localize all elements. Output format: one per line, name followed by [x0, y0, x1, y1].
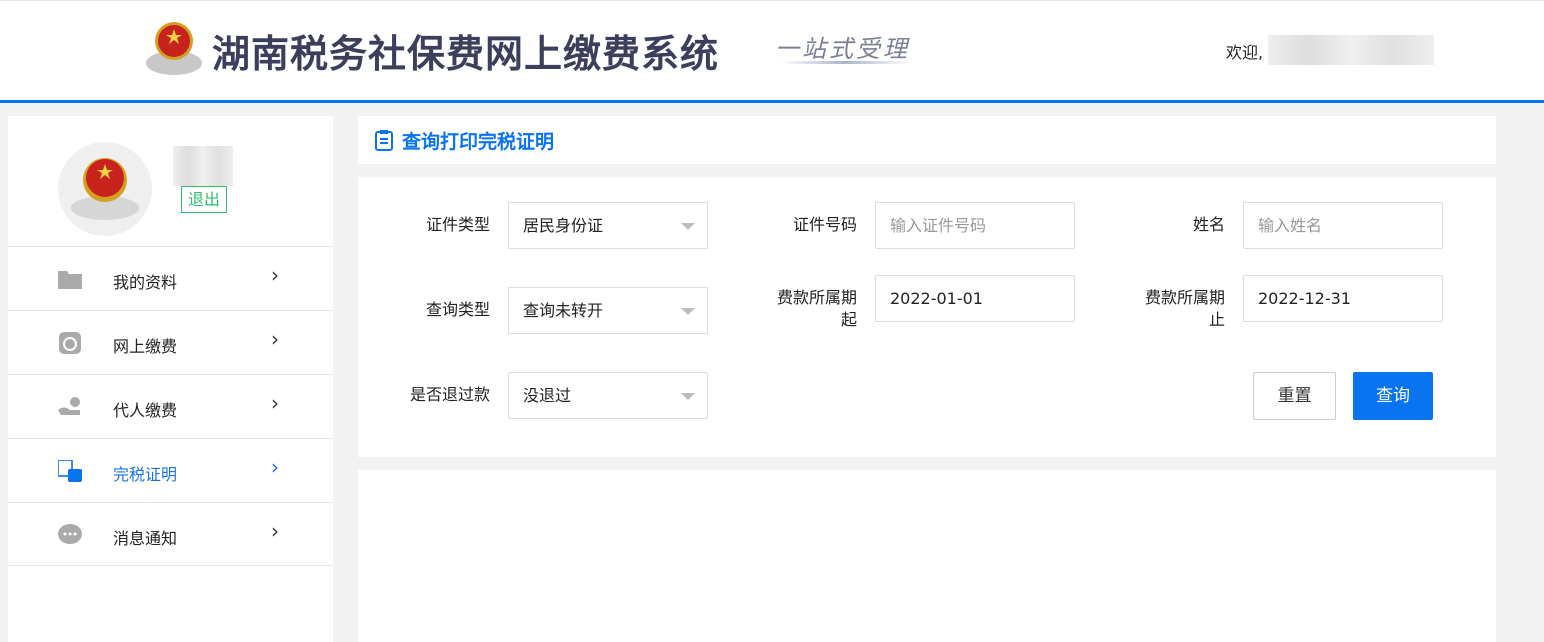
- period-start-input[interactable]: 2022-01-01: [875, 275, 1075, 322]
- chevron-right-icon: ›: [271, 263, 279, 287]
- refunded-label: 是否退过款: [409, 385, 490, 404]
- sidebar-item-label: 完税证明: [113, 465, 178, 484]
- query-type-select[interactable]: 查询未转开: [508, 287, 708, 334]
- folder-icon: [58, 271, 82, 289]
- query-button[interactable]: 查询: [1353, 372, 1433, 420]
- avatar: [58, 142, 152, 236]
- id-type-select[interactable]: 居民身份证: [508, 202, 708, 249]
- payment-icon: [59, 332, 81, 354]
- chevron-right-icon: ›: [271, 391, 279, 415]
- refunded-value: 没退过: [523, 386, 572, 405]
- results-panel: [358, 470, 1496, 642]
- reset-button[interactable]: 重置: [1253, 372, 1336, 420]
- sidebar-item-label: 代人缴费: [113, 401, 178, 420]
- chevron-down-icon: [681, 308, 695, 315]
- page-title-panel: 查询打印完税证明: [358, 116, 1496, 164]
- welcome-text: 欢迎,: [1226, 43, 1264, 62]
- chevron-right-icon: ›: [271, 519, 279, 543]
- period-start-label-line1: 费款所属期: [776, 288, 857, 307]
- logout-button[interactable]: 退出: [181, 186, 227, 213]
- id-type-value: 居民身份证: [523, 216, 604, 235]
- period-end-input[interactable]: 2022-12-31: [1243, 275, 1443, 322]
- certificate-icon: [58, 460, 82, 482]
- sidebar-item-tax-certificate[interactable]: 完税证明 ›: [8, 438, 333, 502]
- sidebar-item-online-payment[interactable]: 网上缴费 ›: [8, 310, 333, 374]
- sidebar-item-label: 我的资料: [113, 273, 178, 292]
- message-icon: [58, 524, 82, 544]
- period-end-label-line2: 止: [1208, 310, 1225, 329]
- header: 湖南税务社保费网上缴费系统 一站式受理 欢迎,: [0, 0, 1544, 103]
- refunded-select[interactable]: 没退过: [508, 372, 708, 419]
- period-end-label-line1: 费款所属期: [1144, 288, 1225, 307]
- sidebar: 退出 我的资料 › 网上缴费 › 代人缴费 › 完税证明 › 消息通知 ›: [8, 116, 333, 642]
- system-title: 湖南税务社保费网上缴费系统: [212, 32, 720, 76]
- query-form: 证件类型 居民身份证 证件号码 输入证件号码 姓名 输入姓名 查询类型 查询未转…: [358, 177, 1496, 457]
- name-label: 姓名: [1192, 215, 1225, 234]
- id-number-input[interactable]: 输入证件号码: [875, 202, 1075, 249]
- sidebar-item-proxy-payment[interactable]: 代人缴费 ›: [8, 374, 333, 438]
- slogan-underline: [780, 61, 910, 64]
- user-name-blurred: [173, 146, 233, 186]
- page-title: 查询打印完税证明: [402, 131, 555, 153]
- tax-emblem-icon: [71, 158, 139, 220]
- period-start-label-line2: 起: [840, 310, 857, 329]
- slogan: 一站式受理: [775, 35, 910, 63]
- username-blurred: [1268, 35, 1434, 65]
- sidebar-menu: 我的资料 › 网上缴费 › 代人缴费 › 完税证明 › 消息通知 ›: [8, 246, 333, 566]
- period-end-label: 费款所属期止: [1145, 287, 1225, 331]
- id-type-label: 证件类型: [425, 215, 490, 234]
- chevron-right-icon: ›: [271, 455, 279, 479]
- query-type-label: 查询类型: [425, 300, 490, 319]
- id-number-label: 证件号码: [792, 215, 857, 234]
- sidebar-item-messages[interactable]: 消息通知 ›: [8, 502, 333, 566]
- chevron-right-icon: ›: [271, 327, 279, 351]
- sidebar-item-label: 网上缴费: [113, 337, 178, 356]
- chevron-down-icon: [681, 223, 695, 230]
- period-start-label: 费款所属期起: [777, 287, 857, 331]
- query-type-value: 查询未转开: [523, 301, 604, 320]
- sidebar-item-my-profile[interactable]: 我的资料 ›: [8, 246, 333, 310]
- chevron-down-icon: [681, 393, 695, 400]
- clipboard-icon: [375, 130, 393, 151]
- name-input[interactable]: 输入姓名: [1243, 202, 1443, 249]
- tax-emblem-icon: [146, 22, 202, 75]
- sidebar-item-label: 消息通知: [113, 529, 178, 548]
- hand-coin-icon: [58, 397, 80, 415]
